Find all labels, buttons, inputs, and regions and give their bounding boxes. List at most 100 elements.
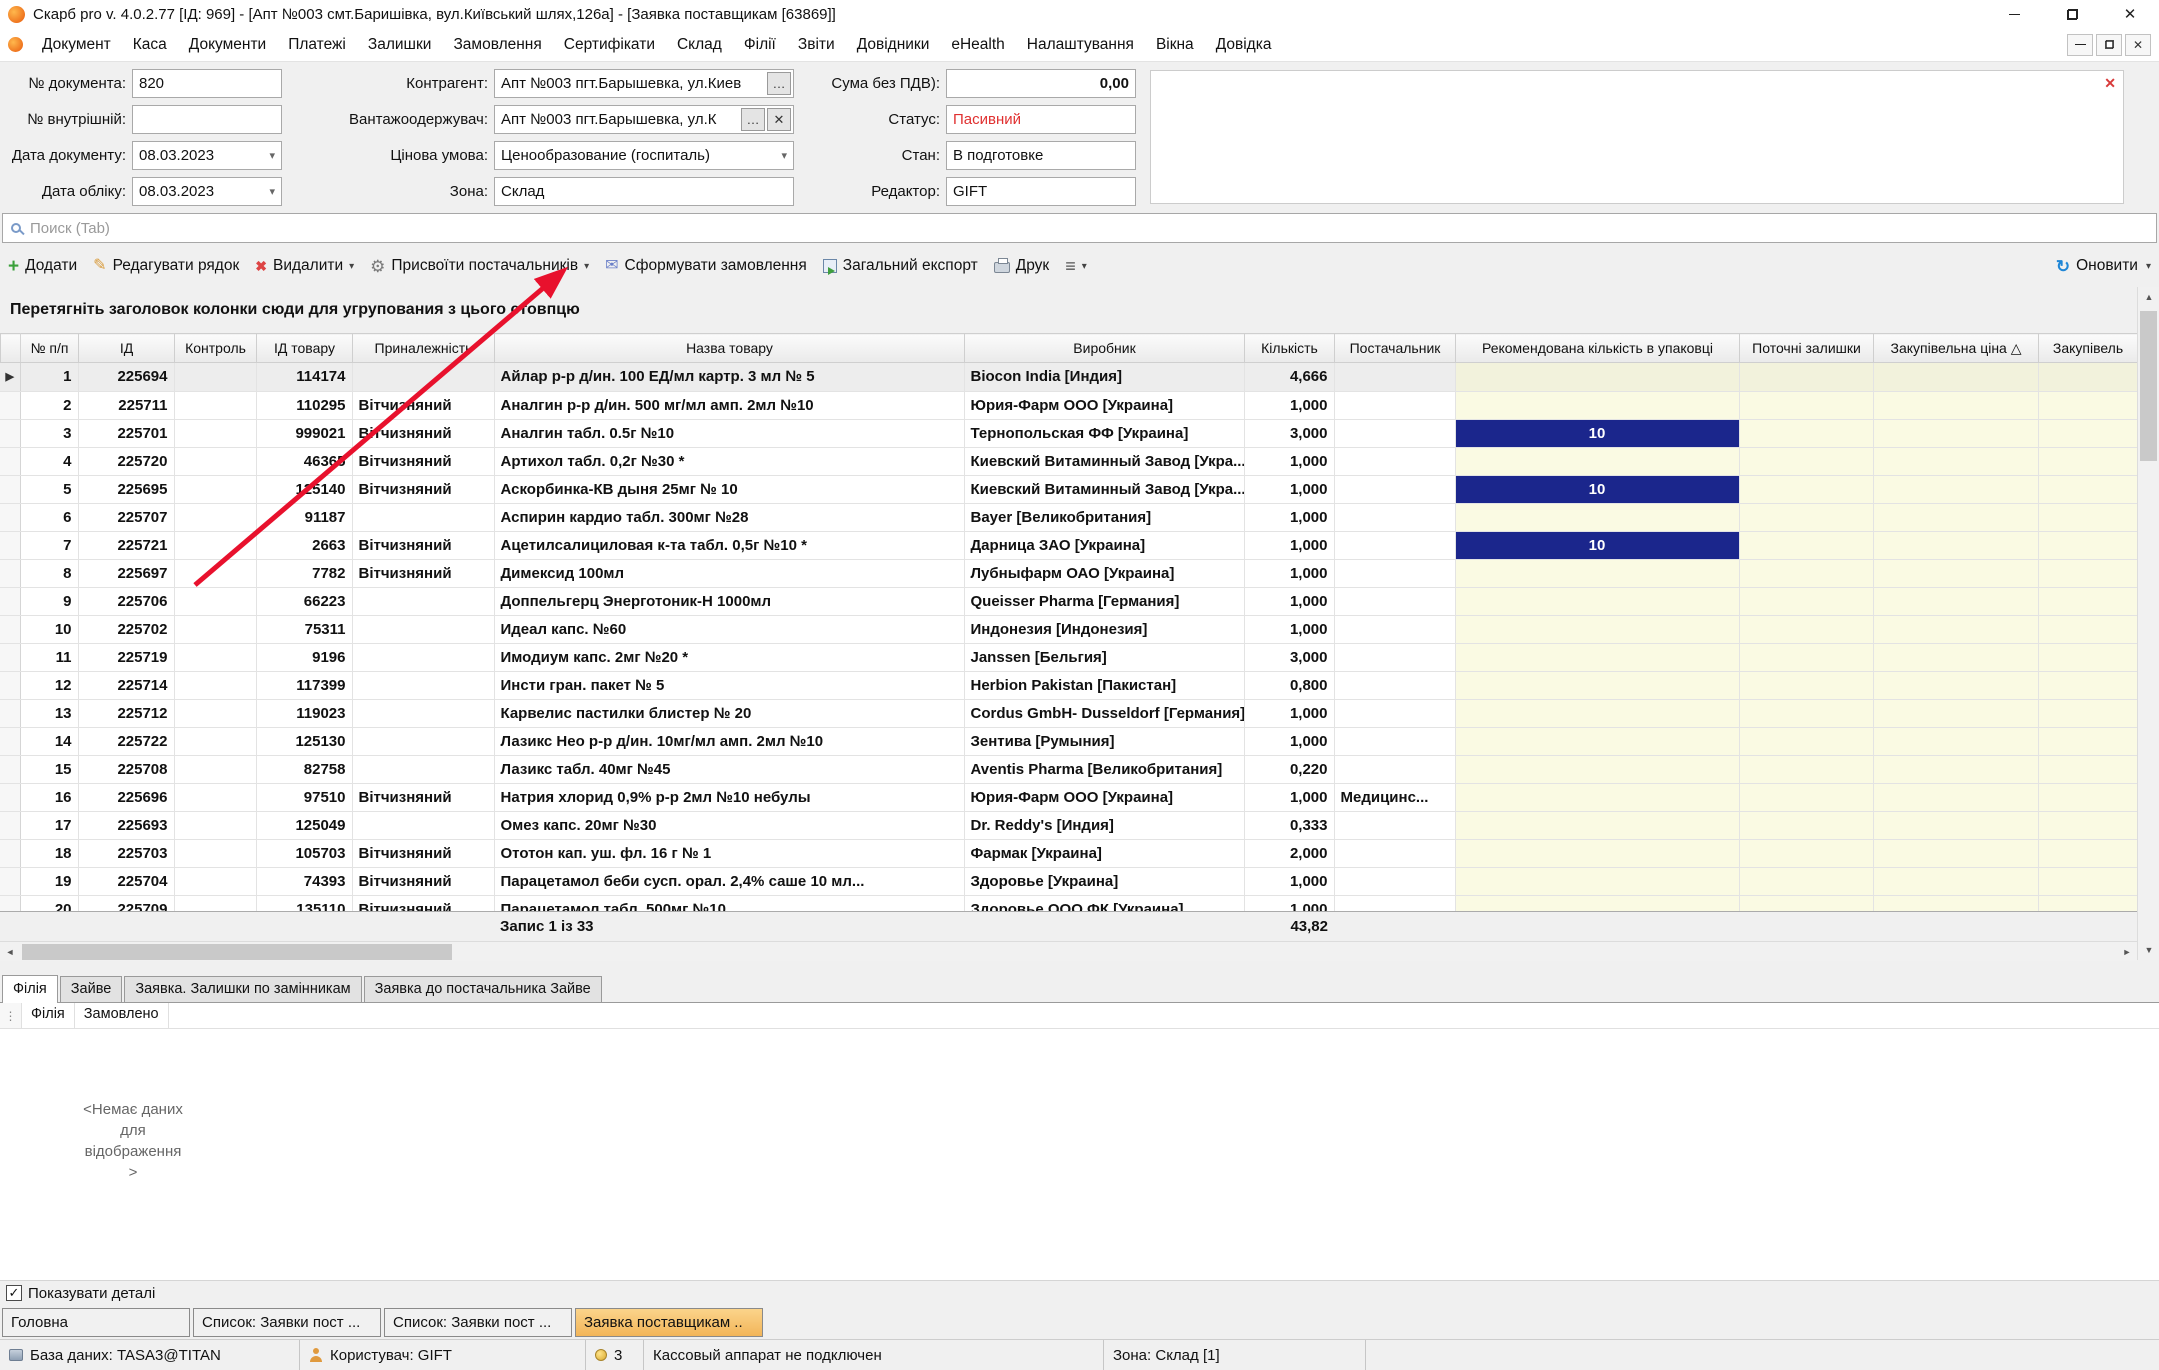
close-button[interactable]: ✕ (2101, 0, 2159, 28)
chevron-down-icon[interactable]: ▾ (777, 149, 787, 162)
chevron-down-icon[interactable]: ▾ (265, 149, 275, 162)
detail-col-filia[interactable]: Філія (22, 1003, 75, 1028)
hscroll-thumb[interactable] (22, 944, 452, 960)
menu-item[interactable]: Довідка (1205, 36, 1283, 54)
window-tab-button[interactable]: Список: Заявки пост ... (193, 1308, 381, 1337)
table-row[interactable]: 1522570882758Лазикс табл. 40мг №45Aventi… (0, 755, 2137, 783)
scroll-left-icon[interactable]: ◄ (0, 942, 20, 962)
show-details-checkbox[interactable]: ✓ (6, 1285, 22, 1301)
table-row[interactable]: 17225693125049Омез капс. 20мг №30Dr. Red… (0, 811, 2137, 839)
window-tab-button[interactable]: Список: Заявки пост ... (384, 1308, 572, 1337)
menu-item[interactable]: Платежі (277, 36, 357, 54)
contractor-browse-button[interactable]: … (767, 72, 791, 95)
detail-tab[interactable]: Заявка до постачальника Зайве (364, 976, 602, 1002)
price-condition-field[interactable]: Ценообразование (госпиталь)▾ (494, 141, 794, 170)
table-row[interactable]: 1622569697510ВітчизнянийНатрия хлорид 0,… (0, 783, 2137, 811)
menu-item[interactable]: Замовлення (442, 36, 552, 54)
column-header[interactable]: Виробник (965, 334, 1245, 363)
table-row[interactable]: 2225711110295ВітчизнянийАналгин р-р д/ин… (0, 391, 2137, 419)
table-row[interactable]: 13225712119023Карвелис пастилки блистер … (0, 699, 2137, 727)
internal-number-field[interactable] (132, 105, 282, 134)
column-header[interactable]: Приналежність (353, 334, 495, 363)
column-header[interactable]: Рекомендована кількість в упаковці (1456, 334, 1740, 363)
menu-item[interactable]: Документ (31, 36, 122, 54)
scroll-right-icon[interactable]: ► (2117, 942, 2137, 962)
doc-date-field[interactable]: 08.03.2023▾ (132, 141, 282, 170)
table-row[interactable]: ▶1225694114174Айлар р-р д/ин. 100 ЕД/мл … (0, 363, 2137, 391)
table-row[interactable]: 422572046365ВітчизнянийАртихол табл. 0,2… (0, 447, 2137, 475)
menu-item[interactable]: Довідники (846, 36, 941, 54)
menu-item[interactable]: Вікна (1145, 36, 1205, 54)
chevron-down-icon[interactable]: ▾ (2146, 261, 2151, 272)
window-tab-button[interactable]: Заявка поставщикам .. (575, 1308, 763, 1337)
column-header[interactable]: Поточні залишки (1740, 334, 1874, 363)
horizontal-scrollbar[interactable]: ◄ ► (0, 941, 2137, 961)
table-row[interactable]: 20225709135110ВітчизнянийПарацетамол таб… (0, 895, 2137, 911)
zone-field[interactable]: Склад (494, 177, 794, 206)
column-header[interactable]: Контроль (175, 334, 257, 363)
search-bar[interactable]: Поиск (Tab) (2, 213, 2157, 243)
restore-button[interactable] (2043, 0, 2101, 28)
column-header[interactable]: Постачальник (1335, 334, 1456, 363)
column-header[interactable]: Закупівель (2039, 334, 2138, 363)
table-row[interactable]: 3225701999021ВітчизнянийАналгин табл. 0.… (0, 419, 2137, 447)
consignee-clear-button[interactable]: ✕ (767, 108, 791, 131)
table-row[interactable]: 82256977782ВітчизнянийДимексид 100млЛубн… (0, 559, 2137, 587)
refresh-button[interactable]: ↻Оновити (2056, 257, 2138, 275)
layout-menu-button[interactable]: ≡▾ (1065, 257, 1087, 275)
table-row[interactable]: 112257199196Имодиум капс. 2мг №20 *Janss… (0, 643, 2137, 671)
table-row[interactable]: 14225722125130Лазикс Нео р-р д/ин. 10мг/… (0, 727, 2137, 755)
mdi-minimize-button[interactable] (2067, 34, 2093, 56)
form-order-button[interactable]: ✉Сформувати замовлення (605, 257, 807, 275)
menu-item[interactable]: Склад (666, 36, 733, 54)
print-button[interactable]: Друк (994, 257, 1049, 275)
chevron-down-icon[interactable]: ▾ (265, 185, 275, 198)
table-row[interactable]: 1022570275311Идеал капс. №60Индонезия [И… (0, 615, 2137, 643)
doc-number-field[interactable]: 820 (132, 69, 282, 98)
table-row[interactable]: 922570666223Доппельгерц Энерготоник-Н 10… (0, 587, 2137, 615)
menu-item[interactable]: Звіти (787, 36, 846, 54)
column-header[interactable]: Назва товару (495, 334, 965, 363)
vscroll-thumb[interactable] (2140, 311, 2157, 461)
table-row[interactable]: 12225714117399Инсти гран. пакет № 5Herbi… (0, 671, 2137, 699)
menu-item[interactable]: Документи (178, 36, 277, 54)
window-tab-button[interactable]: Головна (2, 1308, 190, 1337)
account-date-field[interactable]: 08.03.2023▾ (132, 177, 282, 206)
contractor-field[interactable]: Апт №003 пгт.Барышевка, ул.Киев … (494, 69, 794, 98)
panel-close-icon[interactable]: ✕ (2104, 76, 2116, 90)
detail-tab[interactable]: Філія (2, 975, 58, 1003)
mdi-close-button[interactable]: ✕ (2125, 34, 2151, 56)
minimize-button[interactable] (1985, 0, 2043, 28)
table-row[interactable]: 72257212663ВітчизнянийАцетилсалициловая … (0, 531, 2137, 559)
detail-col-zamovleno[interactable]: Замовлено (75, 1003, 169, 1028)
consignee-browse-button[interactable]: … (741, 108, 765, 131)
search-input[interactable]: Поиск (Tab) (30, 220, 110, 237)
table-row[interactable]: 622570791187Аспирин кардио табл. 300мг №… (0, 503, 2137, 531)
column-header[interactable]: Закупівельна ціна △ (1874, 334, 2039, 363)
assign-suppliers-button[interactable]: ⚙Присвоїти постачальників▾ (370, 257, 589, 275)
detail-tab[interactable]: Зайве (60, 976, 123, 1002)
edit-row-button[interactable]: ✎Редагувати рядок (93, 257, 239, 275)
delete-button[interactable]: ✖Видалити▾ (255, 257, 354, 275)
menu-item[interactable]: Філії (733, 36, 787, 54)
column-header[interactable]: № п/п (21, 334, 79, 363)
menu-item[interactable]: Налаштування (1016, 36, 1145, 54)
mdi-restore-button[interactable] (2096, 34, 2122, 56)
column-header[interactable]: Кількість (1245, 334, 1335, 363)
table-row[interactable]: 18225703105703ВітчизнянийОтотон кап. уш.… (0, 839, 2137, 867)
menu-item[interactable]: eHealth (940, 36, 1015, 54)
menu-item[interactable]: Сертифікати (553, 36, 666, 54)
detail-tab[interactable]: Заявка. Залишки по замінникам (124, 976, 361, 1002)
consignee-field[interactable]: Апт №003 пгт.Барышевка, ул.К … ✕ (494, 105, 794, 134)
menu-item[interactable]: Каса (122, 36, 178, 54)
table-row[interactable]: 1922570474393ВітчизнянийПарацетамол беби… (0, 867, 2137, 895)
vertical-scrollbar[interactable]: ▲ ▼ (2137, 287, 2159, 960)
menu-item[interactable]: Залишки (357, 36, 443, 54)
table-row[interactable]: 5225695125140ВітчизнянийАскорбинка-КВ ды… (0, 475, 2137, 503)
column-header[interactable]: ІД (79, 334, 175, 363)
add-button[interactable]: +Додати (8, 257, 77, 276)
column-header[interactable]: ІД товару (257, 334, 353, 363)
scroll-up-icon[interactable]: ▲ (2138, 287, 2159, 307)
scroll-down-icon[interactable]: ▼ (2138, 940, 2159, 960)
export-button[interactable]: Загальний експорт (823, 257, 978, 275)
